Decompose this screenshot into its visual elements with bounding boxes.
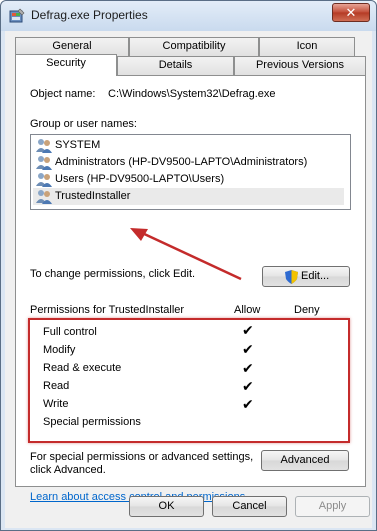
permission-row: Full control ✔: [43, 322, 254, 341]
properties-dialog: Defrag.exe Properties ✕ General Compatib…: [0, 0, 377, 531]
tab-label: Previous Versions: [255, 59, 345, 71]
user-name: SYSTEM: [55, 139, 101, 151]
user-group-icon: [36, 190, 52, 204]
group-label: Group or user names:: [30, 118, 137, 130]
special-permissions-text-1: For special permissions or advanced sett…: [30, 451, 254, 463]
tab-security[interactable]: Security: [15, 54, 117, 76]
apply-button-label: Apply: [318, 500, 347, 512]
allow-check-icon: ✔: [242, 396, 254, 412]
permission-name: Modify: [43, 344, 76, 356]
edit-button[interactable]: Edit...: [262, 266, 350, 287]
tab-previous-versions[interactable]: Previous Versions: [234, 56, 366, 75]
object-name-label: Object name:: [30, 88, 96, 100]
permissions-header: Permissions for TrustedInstaller: [30, 304, 185, 316]
edit-button-label: Edit...: [301, 270, 330, 282]
tab-label: General: [52, 40, 92, 52]
ok-button-label: OK: [158, 500, 175, 512]
permission-name: Write: [43, 398, 69, 410]
object-name-value: C:\Windows\System32\Defrag.exe: [108, 88, 276, 100]
list-item-users[interactable]: Users (HP-DV9500-LAPTO\Users): [33, 171, 344, 188]
deny-header: Deny: [294, 304, 320, 316]
user-group-icon: [36, 156, 52, 170]
permission-name: Read & execute: [43, 362, 122, 374]
advanced-button[interactable]: Advanced: [261, 450, 349, 471]
user-group-icon: [36, 139, 52, 153]
special-permissions-text-2: click Advanced.: [30, 464, 106, 476]
permission-name: Read: [43, 380, 70, 392]
allow-check-icon: ✔: [242, 378, 254, 394]
user-group-icon: [36, 173, 52, 187]
user-name: Administrators (HP-DV9500-LAPTO\Administ…: [55, 156, 308, 168]
cancel-button-label: Cancel: [232, 500, 267, 512]
list-item-system[interactable]: SYSTEM: [33, 137, 344, 154]
tab-icon[interactable]: Icon: [259, 37, 355, 56]
close-icon: ✕: [345, 5, 357, 20]
permission-name: Special permissions: [43, 416, 141, 428]
permission-row: Modify ✔: [43, 341, 254, 359]
tab-label: Details: [158, 59, 193, 71]
list-item-administrators[interactable]: Administrators (HP-DV9500-LAPTO\Administ…: [33, 154, 344, 171]
permission-row: Read ✔: [43, 377, 254, 395]
title-bar[interactable]: Defrag.exe Properties ✕: [1, 1, 376, 31]
window-title: Defrag.exe Properties: [31, 8, 148, 22]
tab-details[interactable]: Details: [117, 56, 234, 75]
allow-check-icon: ✔: [242, 360, 254, 376]
tab-compatibility[interactable]: Compatibility: [129, 37, 259, 56]
permission-name: Full control: [43, 326, 97, 338]
advanced-button-label: Advanced: [280, 454, 330, 466]
tab-label: Compatibility: [162, 40, 226, 52]
list-item-trustedinstaller[interactable]: TrustedInstaller: [33, 188, 344, 205]
allow-check-icon: ✔: [242, 341, 254, 357]
defrag-app-icon: [9, 8, 25, 23]
allow-header: Allow: [234, 304, 261, 316]
tab-label: Icon: [296, 40, 318, 52]
security-panel: Object name: C:\Windows\System32\Defrag.…: [15, 75, 366, 503]
ok-button[interactable]: OK: [129, 496, 204, 517]
user-list[interactable]: SYSTEM Administrators (HP-DV9500-LAPTO\A…: [30, 134, 351, 210]
user-name: TrustedInstaller: [55, 190, 131, 202]
user-name: Users (HP-DV9500-LAPTO\Users): [55, 173, 225, 185]
allow-check-icon: ✔: [242, 322, 254, 338]
close-button[interactable]: ✕: [332, 3, 370, 22]
tab-label: Security: [46, 57, 86, 69]
permission-row: Read & execute ✔: [43, 359, 254, 377]
cancel-button[interactable]: Cancel: [212, 496, 287, 517]
permission-row: Special permissions: [43, 413, 141, 431]
permission-row: Write ✔: [43, 395, 254, 413]
uac-shield-icon: [285, 270, 298, 284]
dialog-client-area: General Compatibility Icon Security Deta…: [5, 31, 372, 528]
apply-button[interactable]: Apply: [295, 496, 370, 517]
change-permissions-text: To change permissions, click Edit.: [30, 268, 196, 280]
